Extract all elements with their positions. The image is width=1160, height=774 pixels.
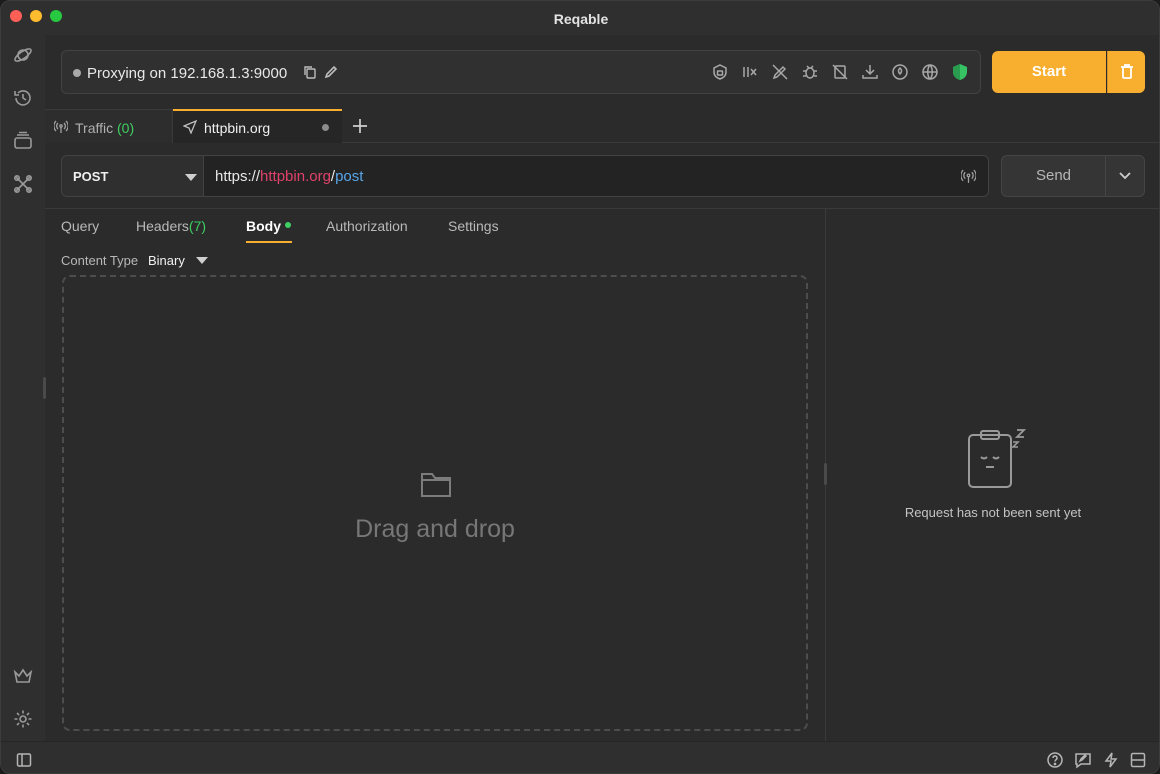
sidebar-resize-handle[interactable] <box>43 377 46 399</box>
plus-icon <box>353 119 367 133</box>
tab-bar: Traffic (0) httpbin.org <box>45 109 1159 143</box>
sleeping-clipboard-icon <box>968 429 1027 488</box>
lock-icon[interactable] <box>711 63 729 81</box>
add-tab-button[interactable] <box>350 116 370 136</box>
script-icon[interactable] <box>891 63 909 81</box>
status-bar <box>1 741 1159 773</box>
url-text: https://httpbin.org/post <box>215 168 363 185</box>
edit-icon[interactable] <box>323 64 339 80</box>
help-icon[interactable] <box>1046 751 1064 769</box>
dropzone-text: Drag and drop <box>355 515 515 543</box>
sidebar-toggle-icon[interactable] <box>15 751 33 769</box>
debug-icon[interactable] <box>801 63 819 81</box>
send-button[interactable]: Send <box>1001 155 1106 197</box>
subtab-body[interactable]: Body <box>246 218 281 234</box>
url-input[interactable]: https://httpbin.org/post <box>203 155 989 197</box>
proxy-status-bar: Proxying on 192.168.1.3:9000 <box>61 50 981 94</box>
history-icon[interactable] <box>12 87 34 109</box>
folder-icon <box>421 473 451 497</box>
flash-icon[interactable] <box>1102 751 1120 769</box>
window-title: Reqable <box>553 11 609 27</box>
layout-icon[interactable] <box>1129 751 1147 769</box>
subtab-headers[interactable]: Headers(7) <box>136 218 206 234</box>
rewrite-off-icon[interactable] <box>771 63 789 81</box>
file-dropzone[interactable]: Drag and drop <box>62 275 808 731</box>
tab-httpbin-label: httpbin.org <box>204 120 271 136</box>
tab-traffic-label: Traffic <box>75 120 114 136</box>
method-label: POST <box>73 169 109 184</box>
title-bar: Reqable <box>1 1 1159 35</box>
start-button[interactable]: Start <box>992 51 1106 93</box>
subtab-headers-label: Headers <box>136 218 189 234</box>
tools-icon[interactable] <box>12 173 34 195</box>
tab-httpbin[interactable]: httpbin.org <box>173 109 342 143</box>
app-window: Reqable Proxying on 192.168.1.3:9000 Sta… <box>0 0 1160 774</box>
subtab-authorization[interactable]: Authorization <box>326 218 408 234</box>
feedback-icon[interactable] <box>1074 751 1092 769</box>
url-path: post <box>335 168 364 185</box>
subtab-headers-count: (7) <box>188 218 207 234</box>
subtab-settings[interactable]: Settings <box>448 218 499 234</box>
chevron-down-icon <box>185 174 197 181</box>
split-resize-handle[interactable] <box>824 463 827 485</box>
unsaved-dot[interactable] <box>322 124 329 131</box>
method-select[interactable]: POST <box>61 155 204 197</box>
copy-icon[interactable] <box>302 64 318 80</box>
content-type-label: Content Type <box>61 253 139 268</box>
send-plane-icon <box>183 120 197 134</box>
left-sidebar <box>1 35 45 741</box>
active-subtab-indicator <box>246 241 292 243</box>
content-type-chevron-icon[interactable] <box>196 257 208 264</box>
planet-icon[interactable] <box>12 44 34 66</box>
subtab-query[interactable]: Query <box>61 218 99 234</box>
chevron-down-icon <box>1119 172 1131 180</box>
shield-icon[interactable] <box>951 63 969 81</box>
proxy-globe-icon[interactable] <box>921 63 939 81</box>
body-status-dot <box>285 222 291 228</box>
trash-icon <box>1121 64 1133 79</box>
antenna-icon <box>54 120 68 133</box>
toolbar-divider <box>45 208 1159 209</box>
collections-icon[interactable] <box>12 130 34 152</box>
tab-traffic[interactable]: Traffic (0) <box>45 109 173 143</box>
crown-icon[interactable] <box>12 665 34 687</box>
breakpoint-off-icon[interactable] <box>831 63 849 81</box>
throttle-icon[interactable] <box>741 63 759 81</box>
url-protocol: https:// <box>215 168 261 185</box>
response-empty-text: Request has not been sent yet <box>904 505 1082 520</box>
content-type-select[interactable]: Binary <box>148 253 185 268</box>
clear-button[interactable] <box>1107 51 1145 93</box>
url-host: httpbin.org <box>260 168 331 185</box>
settings-icon[interactable] <box>12 708 34 730</box>
tab-traffic-count: (0) <box>117 120 135 136</box>
send-options-button[interactable] <box>1105 155 1145 197</box>
broadcast-icon[interactable] <box>961 169 976 184</box>
proxy-status-text: Proxying on 192.168.1.3:9000 <box>87 65 288 82</box>
download-icon[interactable] <box>861 63 879 81</box>
proxy-status-dot <box>73 69 81 77</box>
